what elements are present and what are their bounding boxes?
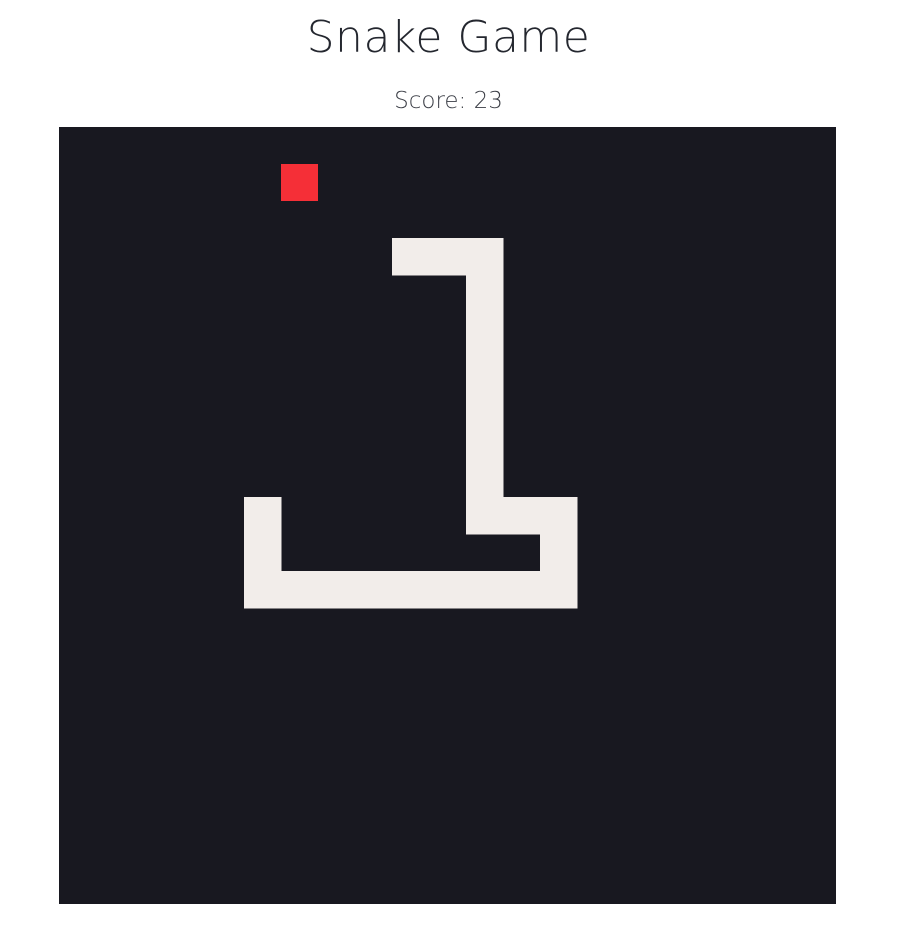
snake-segment <box>466 423 504 461</box>
snake-segment <box>466 312 504 350</box>
snake-segment <box>466 460 504 498</box>
snake-segment <box>429 238 467 276</box>
score-display: Score: 23 <box>394 88 503 114</box>
snake-segment <box>244 534 282 572</box>
snake-segment <box>355 571 393 609</box>
snake-segment <box>392 571 430 609</box>
snake-head-segment <box>392 238 430 276</box>
snake-segment <box>466 497 504 535</box>
snake-segment <box>466 238 504 276</box>
snake-segment <box>466 386 504 424</box>
snake-segment <box>503 571 541 609</box>
page-title: Snake Game <box>306 12 591 63</box>
snake-tail-segment <box>244 497 282 535</box>
food-item <box>281 164 318 201</box>
snake-segment <box>466 571 504 609</box>
snake-segment <box>540 571 578 609</box>
snake-segment <box>466 275 504 313</box>
snake-segment <box>503 497 541 535</box>
snake-segment <box>244 571 282 609</box>
snake-segment <box>540 497 578 535</box>
snake-segment <box>540 534 578 572</box>
snake-segment <box>466 349 504 387</box>
snake-segment <box>318 571 356 609</box>
game-board[interactable] <box>59 127 836 904</box>
snake-segment <box>281 571 319 609</box>
snake-segment <box>429 571 467 609</box>
